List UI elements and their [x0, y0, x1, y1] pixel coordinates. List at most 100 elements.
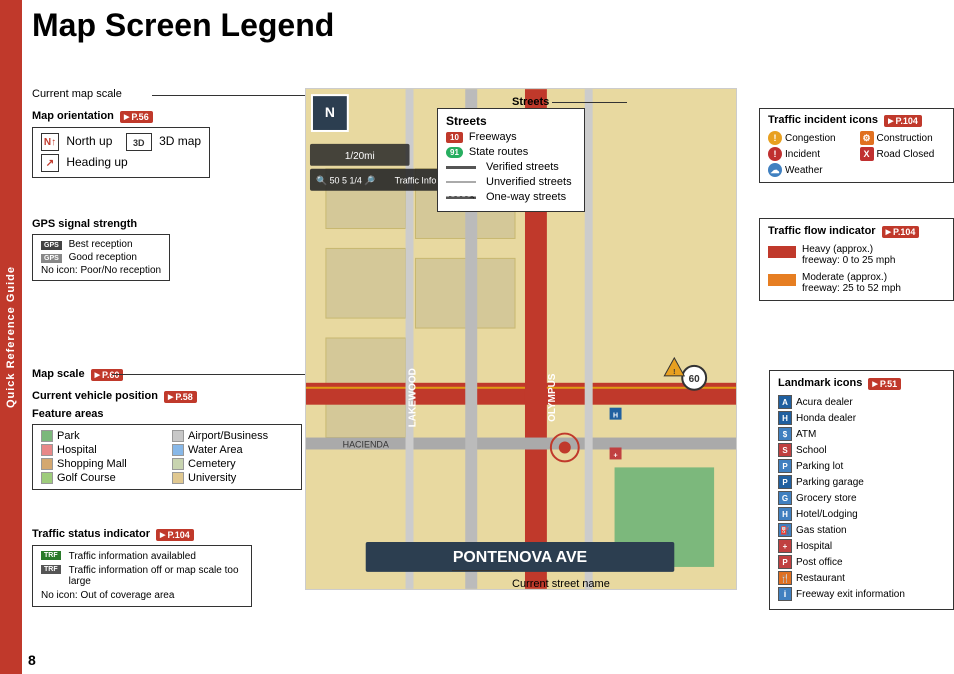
gps-good-icon: GPS: [41, 254, 62, 263]
landmark-title: Landmark icons: [778, 377, 862, 389]
weather-icon: ☁: [768, 163, 782, 177]
map-scale-label: Map scale: [32, 368, 85, 380]
side-tab-label: Quick Reference Guide: [5, 266, 17, 408]
traffic-on-icon: TRF: [41, 551, 61, 560]
three-d-icon: 3D: [126, 133, 152, 151]
landmark-parking-garage: P Parking garage: [778, 475, 945, 489]
current-map-scale-line: [152, 95, 305, 96]
oneway-line: →: [446, 196, 476, 199]
gps-best-label: Best reception: [69, 239, 133, 250]
landmark-honda: H Honda dealer: [778, 411, 945, 425]
streets-box: Streets 10 Freeways 91 State routes Veri…: [437, 108, 585, 212]
acura-icon: A: [778, 395, 792, 409]
golf-color: [41, 472, 53, 484]
freeway-icon: 10: [446, 132, 463, 143]
svg-text:🔍 50 5 1/4 🔎: 🔍 50 5 1/4 🔎: [316, 175, 376, 186]
landmark-grocery: G Grocery store: [778, 491, 945, 505]
parking-lot-icon: P: [778, 459, 792, 473]
landmark-parking-lot: P Parking lot: [778, 459, 945, 473]
landmark-hotel: H Hotel/Lodging: [778, 507, 945, 521]
map-orientation-box: N↑ North up 3D 3D map ↗ Heading up: [32, 127, 210, 178]
congestion-icon: !: [768, 131, 782, 145]
honda-icon: H: [778, 411, 792, 425]
shopping-color: [41, 458, 53, 470]
landmark-icons-box: Landmark icons P.51 A Acura dealer H Hon…: [769, 370, 954, 610]
landmark-atm: $ ATM: [778, 427, 945, 441]
map-scale-section: Map scale P.60: [32, 368, 123, 381]
traffic-flow-moderate: Moderate (approx.) freeway: 25 to 52 mph: [768, 272, 945, 294]
landmark-restaurant: 🍴 Restaurant: [778, 571, 945, 585]
restaurant-icon: 🍴: [778, 571, 792, 585]
landmark-school: S School: [778, 443, 945, 457]
traffic-incidents-box: Traffic incident icons P.104 ! Congestio…: [759, 108, 954, 183]
feature-areas-label: Feature areas: [32, 408, 302, 420]
freeway-exit-icon: i: [778, 587, 792, 601]
water-color: [172, 444, 184, 456]
traffic-available-label: Traffic information availabled: [69, 551, 196, 562]
svg-text:+: +: [614, 452, 618, 459]
vehicle-position-section: Current vehicle position P.58: [32, 390, 197, 403]
svg-text:OLYMPUS: OLYMPUS: [547, 373, 558, 422]
park-color: [41, 430, 53, 442]
vehicle-position-label: Current vehicle position: [32, 390, 158, 402]
page-number: 8: [28, 652, 36, 668]
incident-icon: !: [768, 147, 782, 161]
streets-verified: Verified streets: [446, 161, 576, 173]
traffic-status-section: Traffic status indicator P.104 TRF Traff…: [32, 528, 252, 607]
gps-box: GPS Best reception GPS Good reception No…: [32, 234, 170, 281]
traffic-incidents-title: Traffic incident icons: [768, 114, 878, 126]
traffic-none-label: No icon: Out of coverage area: [41, 590, 174, 601]
landmark-ref: P.51: [868, 378, 901, 390]
streets-unverified: Unverified streets: [446, 176, 576, 188]
map-scale-line: [112, 374, 307, 375]
parking-garage-icon: P: [778, 475, 792, 489]
university-color: [172, 472, 184, 484]
cemetery-color: [172, 458, 184, 470]
traffic-status-box: TRF Traffic information availabled TRF T…: [32, 545, 252, 607]
feature-water: Water Area: [172, 444, 293, 456]
traffic-incidents-ref: P.104: [884, 115, 922, 127]
streets-title: Streets: [446, 114, 576, 128]
svg-text:Traffic Info: Traffic Info: [395, 176, 437, 186]
map-orientation-ref: P.56: [120, 111, 153, 123]
grocery-icon: G: [778, 491, 792, 505]
post-office-icon: P: [778, 555, 792, 569]
landmark-acura: A Acura dealer: [778, 395, 945, 409]
feature-shopping: Shopping Mall: [41, 458, 162, 470]
vehicle-position-ref: P.58: [164, 391, 197, 403]
gas-icon: ⛽: [778, 523, 792, 537]
feature-golf: Golf Course: [41, 472, 162, 484]
svg-text:PONTENOVA AVE: PONTENOVA AVE: [453, 549, 587, 566]
incident-construction: ⚙ Construction: [860, 131, 946, 145]
gps-signal-label: GPS signal strength: [32, 218, 170, 230]
traffic-off-label: Traffic information off or map scale too…: [69, 565, 243, 587]
north-up-icon: N↑: [41, 133, 59, 151]
map-orientation-label: Map orientation: [32, 110, 114, 122]
svg-text:LAKEWOOD: LAKEWOOD: [407, 368, 418, 427]
traffic-status-ref: P.104: [156, 529, 194, 541]
svg-text:H: H: [613, 413, 618, 420]
incident-road-closed: X Road Closed: [860, 147, 946, 161]
verified-line: [446, 166, 476, 169]
north-up-label: North up: [66, 134, 112, 148]
three-d-label: 3D map: [159, 134, 201, 148]
svg-text:HACIENDA: HACIENDA: [343, 439, 389, 449]
feature-park: Park: [41, 430, 162, 442]
traffic-flow-title: Traffic flow indicator: [768, 225, 876, 237]
landmark-freeway-exit: i Freeway exit information: [778, 587, 945, 601]
streets-oneway: → One-way streets: [446, 191, 576, 203]
current-street-label: Current street name: [512, 578, 610, 590]
moderate-swatch: [768, 274, 796, 286]
feature-areas-box: Park Airport/Business Hospital Water Are…: [32, 424, 302, 490]
svg-text:60: 60: [689, 374, 701, 385]
map-scale-ref: P.60: [91, 369, 124, 381]
side-tab: Quick Reference Guide: [0, 0, 22, 674]
atm-icon: $: [778, 427, 792, 441]
map-orientation-section: Map orientation P.56 N↑ North up 3D 3D m…: [32, 110, 210, 178]
streets-callout-label: Streets: [512, 96, 549, 108]
street-callout-line: [452, 570, 512, 571]
current-street-name-callout: Current street name: [512, 578, 610, 590]
construction-icon: ⚙: [860, 131, 874, 145]
svg-text:!: !: [673, 369, 675, 376]
traffic-flow-heavy: Heavy (approx.) freeway: 0 to 25 mph: [768, 244, 945, 266]
